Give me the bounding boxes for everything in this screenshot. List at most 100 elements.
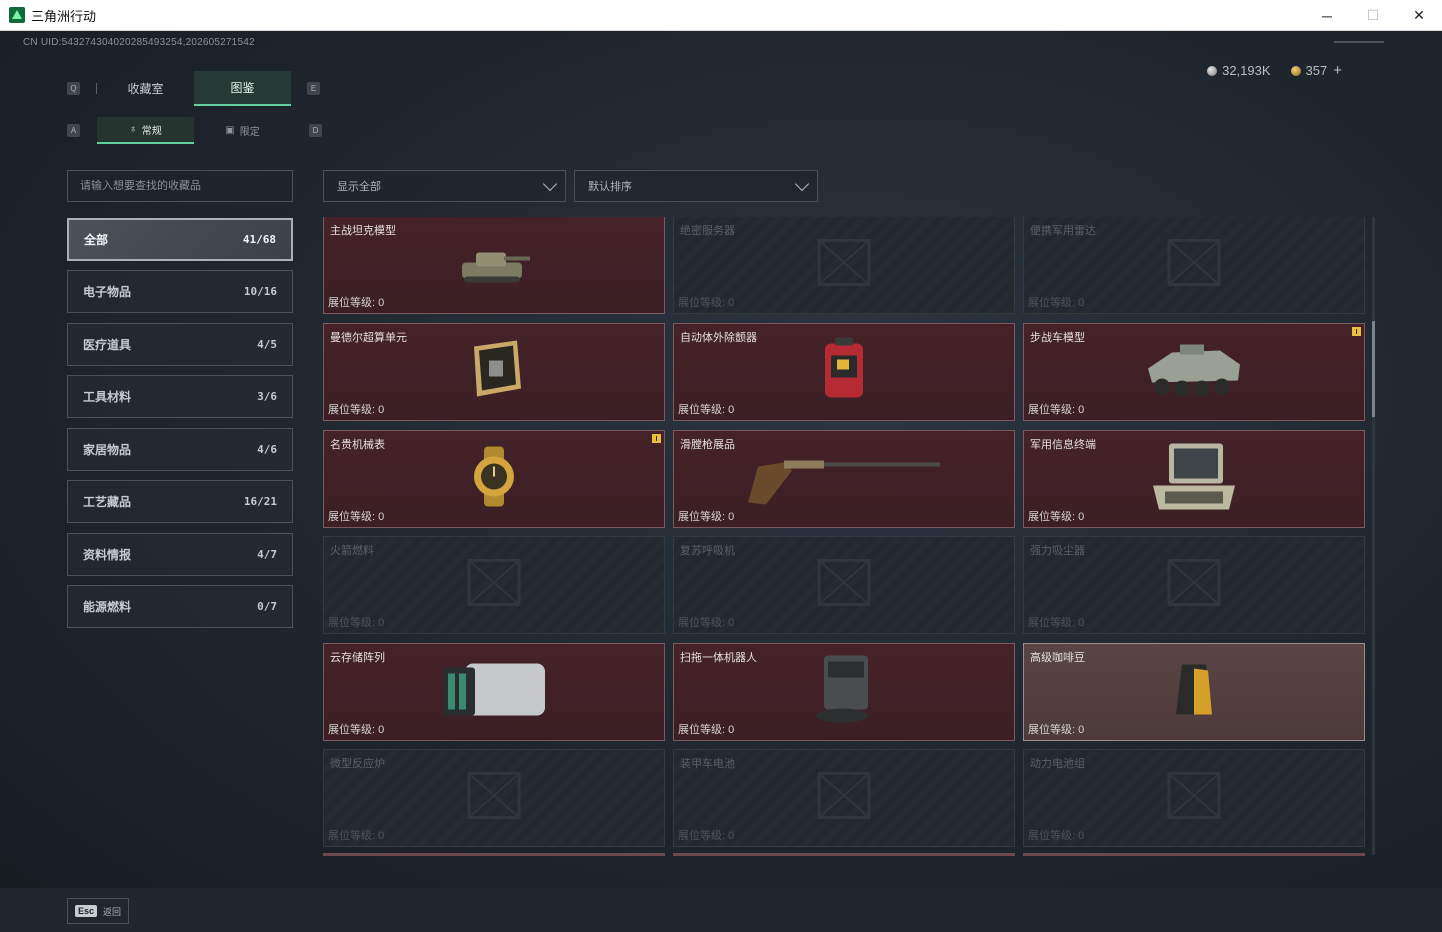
fuel-icon: [459, 551, 529, 620]
collection-card-level: 展位等级: 0: [328, 511, 385, 523]
item-grid: 主战坦克模型 展位等级: 0 绝密服务器 展位等级: 0 便携军用雷达 展位等级: 0 曼德…: [323, 217, 1365, 855]
tab-catalog[interactable]: 图鉴: [194, 71, 291, 106]
collection-card[interactable]: 动力电池组展位等级: 0: [1023, 749, 1365, 847]
category-intel[interactable]: 资料情报 4/7: [67, 533, 293, 576]
tab-limited[interactable]: ▣ 限定: [194, 117, 291, 144]
filter-dropdown[interactable]: 显示全部: [323, 170, 566, 202]
terminal-icon: [1149, 440, 1239, 519]
collection-card[interactable]: 高级咖啡豆 展位等级: 0: [1023, 643, 1365, 741]
gold-coin-icon: [1290, 66, 1301, 76]
filter-dropdown-value: 显示全部: [337, 181, 381, 193]
footer-bar: Esc 返回: [0, 888, 1442, 932]
collection-card-name: 微型反应炉: [330, 758, 385, 770]
back-button[interactable]: Esc 返回: [67, 898, 129, 924]
collection-card-level: 展位等级: 0: [1028, 617, 1085, 629]
category-household[interactable]: 家居物品 4/6: [67, 428, 293, 471]
category-electronics[interactable]: 电子物品 10/16: [67, 270, 293, 313]
tab-collection-room[interactable]: 收藏室: [97, 71, 194, 106]
collection-card[interactable]: 曼德尔超算单元 展位等级: 0: [323, 323, 665, 421]
collection-card[interactable]: 绝密服务器展位等级: 0: [673, 217, 1015, 314]
collection-card[interactable]: 强力吸尘器展位等级: 0: [1023, 536, 1365, 634]
collection-card[interactable]: 云存储阵列 展位等级: 0: [323, 643, 665, 741]
category-all[interactable]: 全部 41/68: [67, 218, 293, 261]
ifv-icon: [1142, 335, 1246, 410]
maximize-button[interactable]: ☐: [1350, 0, 1396, 31]
close-button[interactable]: ✕: [1396, 0, 1442, 31]
collection-card-level: 展位等级: 0: [678, 830, 735, 842]
collection-card-name: 复苏呼吸机: [680, 545, 735, 557]
collection-card-level: 展位等级: 0: [678, 297, 735, 309]
collection-card-name: 强力吸尘器: [1030, 545, 1085, 557]
new-alert-icon: [652, 434, 661, 443]
collection-card[interactable]: 滑膛枪展品展位等级: 0: [673, 430, 1015, 528]
grid-row-edge: [673, 853, 1015, 856]
collection-card-level: 展位等级: 0: [1028, 830, 1085, 842]
collection-card-name: 自动体外除颤器: [680, 332, 757, 344]
category-energy[interactable]: 能源燃料 0/7: [67, 585, 293, 628]
top-divider: [1334, 41, 1384, 43]
grid-scrollbar[interactable]: [1372, 217, 1375, 855]
collection-card-name: 曼德尔超算单元: [330, 332, 407, 344]
collection-card[interactable]: 主战坦克模型 展位等级: 0: [323, 217, 665, 314]
add-currency-button[interactable]: +: [1333, 62, 1342, 79]
grid-row-edge: [1023, 853, 1365, 856]
collection-card[interactable]: 装甲车电池 展位等级: 0: [673, 749, 1015, 847]
watch-icon: [466, 445, 522, 514]
collection-card[interactable]: 军用信息终端 展位等级: 0: [1023, 430, 1365, 528]
tab-regular[interactable]: ♁ 常规: [97, 117, 194, 144]
window-titlebar: 三角洲行动 ─ ☐ ✕: [0, 0, 1442, 31]
coffee-bag-icon: [1172, 661, 1216, 724]
picture-icon: ▣: [225, 125, 235, 136]
collection-card-level: 展位等级: 0: [1028, 511, 1085, 523]
collection-card-level: 展位等级: 0: [328, 617, 385, 629]
storage-array-icon: [439, 658, 549, 727]
collection-card-name: 滑膛枪展品: [680, 439, 735, 451]
collection-card-name: 绝密服务器: [680, 225, 735, 237]
key-hint-q: Q: [67, 82, 80, 95]
minimize-button[interactable]: ─: [1304, 0, 1350, 31]
collection-card-name: 军用信息终端: [1030, 439, 1096, 451]
collection-card[interactable]: 便携军用雷达 展位等级: 0: [1023, 217, 1365, 314]
currency-bar: 32,193K 357 +: [1207, 62, 1342, 79]
collection-card-name: 主战坦克模型: [330, 225, 396, 237]
currency-silver: 32,193K: [1207, 63, 1271, 78]
tank-icon: [454, 233, 534, 298]
collection-card[interactable]: 自动体外除颤器 展位等级: 0: [673, 323, 1015, 421]
battery-icon: [809, 764, 879, 833]
collection-card-name: 便携军用雷达: [1030, 225, 1096, 237]
collection-card-level: 展位等级: 0: [678, 511, 735, 523]
scrollbar-thumb[interactable]: [1372, 321, 1375, 417]
collection-card[interactable]: 名贵机械表 展位等级: 0: [323, 430, 665, 528]
collection-card-level: 展位等级: 0: [328, 724, 385, 736]
key-hint-e: E: [307, 82, 320, 95]
key-hint-d: D: [309, 124, 322, 137]
collection-card[interactable]: 火箭燃料展位等级: 0: [323, 536, 665, 634]
currency-gold: 357 +: [1290, 62, 1342, 79]
silver-coin-icon: [1207, 66, 1218, 76]
collection-card-name: 动力电池组: [1030, 758, 1085, 770]
app-logo-icon: [9, 7, 25, 23]
defibrillator-icon: [819, 336, 869, 409]
game-viewport: CN UID:543274304020285493254,20260527154…: [0, 31, 1442, 932]
radar-icon: [1159, 231, 1229, 300]
collection-card-level: 展位等级: 0: [678, 404, 735, 416]
robot-vacuum-icon: [812, 652, 876, 733]
collection-card[interactable]: 扫拖一体机器人 展位等级: 0: [673, 643, 1015, 741]
collection-card-name: 火箭燃料: [330, 545, 374, 557]
musket-icon: [744, 447, 944, 512]
search-input[interactable]: [67, 170, 293, 202]
collection-card[interactable]: 复苏呼吸机 展位等级: 0: [673, 536, 1015, 634]
computing-unit-icon: [459, 337, 529, 408]
category-medical[interactable]: 医疗道具 4/5: [67, 323, 293, 366]
ventilator-icon: [809, 551, 879, 620]
category-tools[interactable]: 工具材料 3/6: [67, 375, 293, 418]
key-hint-a: A: [67, 124, 80, 137]
collection-card-name: 高级咖啡豆: [1030, 652, 1085, 664]
collection-card[interactable]: 步战车模型 展位等级: 0: [1023, 323, 1365, 421]
category-crafts[interactable]: 工艺藏品 16/21: [67, 480, 293, 523]
sort-dropdown[interactable]: 默认排序: [574, 170, 818, 202]
window-title: 三角洲行动: [31, 8, 97, 24]
collection-card-level: 展位等级: 0: [1028, 297, 1085, 309]
collection-card[interactable]: 微型反应炉 展位等级: 0: [323, 749, 665, 847]
battery-pack-icon: [1159, 764, 1229, 833]
